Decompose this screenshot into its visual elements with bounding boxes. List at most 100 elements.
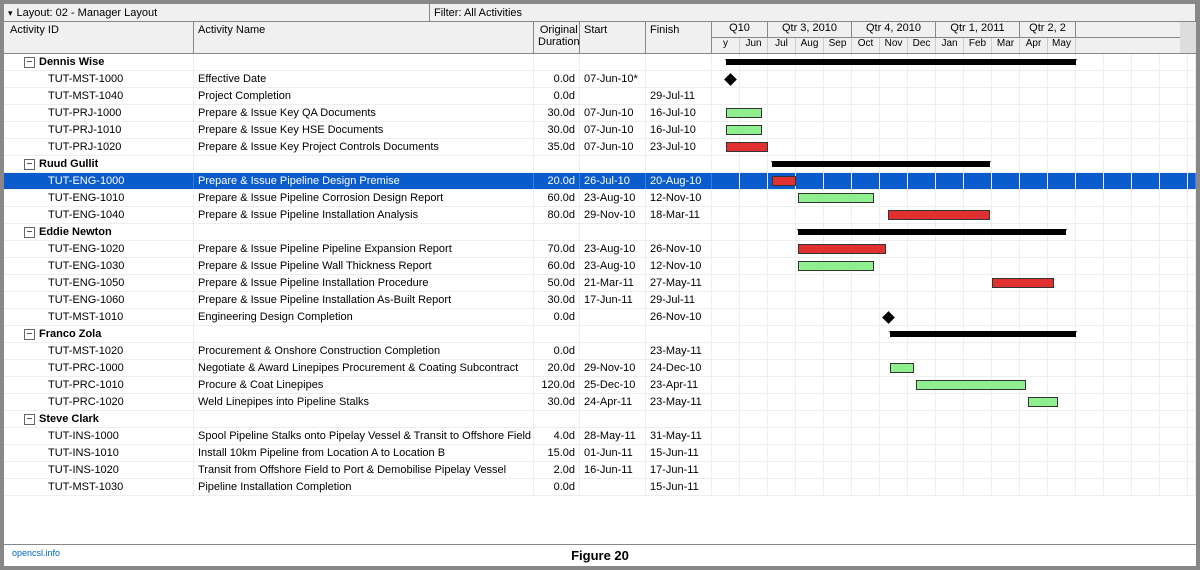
milestone-marker[interactable] <box>724 73 737 86</box>
gantt-bar[interactable] <box>726 108 762 118</box>
gantt-bar[interactable] <box>992 278 1054 288</box>
activity-id: TUT-MST-1030 <box>4 479 194 495</box>
finish-date: 31-May-11 <box>646 428 712 444</box>
table-row[interactable]: TUT-ENG-1040Prepare & Issue Pipeline Ins… <box>4 207 1196 224</box>
gantt-bar[interactable] <box>798 261 874 271</box>
gantt-bar[interactable] <box>890 363 914 373</box>
table-row[interactable]: TUT-ENG-1050Prepare & Issue Pipeline Ins… <box>4 275 1196 292</box>
activity-id: TUT-ENG-1060 <box>4 292 194 308</box>
group-row[interactable]: −Steve Clark <box>4 411 1196 428</box>
gantt-cell <box>712 71 1196 87</box>
start-date <box>580 88 646 104</box>
table-row[interactable]: TUT-PRJ-1000Prepare & Issue Key QA Docum… <box>4 105 1196 122</box>
activity-name: Prepare & Issue Pipeline Corrosion Desig… <box>194 190 534 206</box>
watermark: opencsl.info <box>12 542 60 564</box>
header-duration[interactable]: Original Duration <box>534 22 580 53</box>
collapse-icon[interactable]: − <box>24 329 35 340</box>
activity-id: TUT-ENG-1030 <box>4 258 194 274</box>
table-row[interactable]: TUT-PRC-1010Procure & Coat Linepipes120.… <box>4 377 1196 394</box>
gantt-cell <box>712 360 1196 376</box>
table-row[interactable]: TUT-INS-1000Spool Pipeline Stalks onto P… <box>4 428 1196 445</box>
cell <box>534 326 580 342</box>
summary-bar[interactable] <box>772 161 990 167</box>
gantt-bar[interactable] <box>798 193 874 203</box>
layout-selector[interactable]: ▾ Layout: 02 - Manager Layout <box>4 4 430 21</box>
activity-id: TUT-INS-1020 <box>4 462 194 478</box>
header-start[interactable]: Start <box>580 22 646 53</box>
table-row[interactable]: TUT-INS-1020Transit from Offshore Field … <box>4 462 1196 479</box>
table-row[interactable]: TUT-ENG-1060Prepare & Issue Pipeline Ins… <box>4 292 1196 309</box>
start-date: 17-Jun-11 <box>580 292 646 308</box>
cell <box>646 156 712 172</box>
group-row[interactable]: −Ruud Gullit <box>4 156 1196 173</box>
group-name: Steve Clark <box>39 413 99 425</box>
layout-label: Layout: 02 - Manager Layout <box>17 5 158 21</box>
table-row[interactable]: TUT-INS-1010Install 10km Pipeline from L… <box>4 445 1196 462</box>
table-row[interactable]: TUT-MST-1000Effective Date0.0d07-Jun-10* <box>4 71 1196 88</box>
timeline-month: Aug <box>796 38 824 53</box>
group-id-cell: −Dennis Wise <box>4 54 194 70</box>
group-row[interactable]: −Franco Zola <box>4 326 1196 343</box>
cell <box>194 156 534 172</box>
start-date: 26-Jul-10 <box>580 173 646 189</box>
collapse-icon[interactable]: − <box>24 227 35 238</box>
table-row[interactable]: TUT-PRJ-1010Prepare & Issue Key HSE Docu… <box>4 122 1196 139</box>
activity-name: Weld Linepipes into Pipeline Stalks <box>194 394 534 410</box>
chevron-down-icon: ▾ <box>8 5 13 21</box>
cell <box>534 224 580 240</box>
gantt-bar[interactable] <box>726 142 768 152</box>
activity-id: TUT-MST-1010 <box>4 309 194 325</box>
summary-bar[interactable] <box>726 59 1076 65</box>
collapse-icon[interactable]: − <box>24 414 35 425</box>
gantt-cell <box>712 462 1196 478</box>
gantt-bar[interactable] <box>888 210 990 220</box>
collapse-icon[interactable]: − <box>24 159 35 170</box>
table-row[interactable]: TUT-PRC-1000Negotiate & Award Linepipes … <box>4 360 1196 377</box>
duration: 60.0d <box>534 258 580 274</box>
table-row[interactable]: TUT-PRJ-1020Prepare & Issue Key Project … <box>4 139 1196 156</box>
table-row[interactable]: TUT-MST-1010Engineering Design Completio… <box>4 309 1196 326</box>
duration: 30.0d <box>534 122 580 138</box>
activity-id: TUT-ENG-1050 <box>4 275 194 291</box>
activity-name: Effective Date <box>194 71 534 87</box>
gantt-bar[interactable] <box>772 176 796 186</box>
table-row[interactable]: TUT-ENG-1010Prepare & Issue Pipeline Cor… <box>4 190 1196 207</box>
group-name: Dennis Wise <box>39 56 104 68</box>
table-row[interactable]: TUT-ENG-1020Prepare & Issue Pipeline Pip… <box>4 241 1196 258</box>
group-row[interactable]: −Eddie Newton <box>4 224 1196 241</box>
table-row[interactable]: TUT-ENG-1000Prepare & Issue Pipeline Des… <box>4 173 1196 190</box>
table-row[interactable]: TUT-MST-1030Pipeline Installation Comple… <box>4 479 1196 496</box>
table-row[interactable]: TUT-MST-1020Procurement & Onshore Constr… <box>4 343 1196 360</box>
cell <box>194 54 534 70</box>
gantt-bar[interactable] <box>1028 397 1058 407</box>
activity-id: TUT-ENG-1010 <box>4 190 194 206</box>
gantt-cell <box>712 156 1196 172</box>
duration: 0.0d <box>534 309 580 325</box>
summary-bar[interactable] <box>798 229 1066 235</box>
header-activity-name[interactable]: Activity Name <box>194 22 534 53</box>
gantt-bar[interactable] <box>726 125 762 135</box>
gantt-cell <box>712 88 1196 104</box>
activity-name: Prepare & Issue Key Project Controls Doc… <box>194 139 534 155</box>
gantt-bar[interactable] <box>916 380 1026 390</box>
table-row[interactable]: TUT-PRC-1020Weld Linepipes into Pipeline… <box>4 394 1196 411</box>
timeline-month: Sep <box>824 38 852 53</box>
activity-id: TUT-PRJ-1000 <box>4 105 194 121</box>
table-row[interactable]: TUT-ENG-1030Prepare & Issue Pipeline Wal… <box>4 258 1196 275</box>
header-finish[interactable]: Finish <box>646 22 712 53</box>
timeline-month: Jun <box>740 38 768 53</box>
gantt-cell <box>712 428 1196 444</box>
activity-name: Engineering Design Completion <box>194 309 534 325</box>
activity-id: TUT-PRC-1000 <box>4 360 194 376</box>
milestone-marker[interactable] <box>882 311 895 324</box>
header-activity-id[interactable]: Activity ID <box>4 22 194 53</box>
timeline-month: Mar <box>992 38 1020 53</box>
collapse-icon[interactable]: − <box>24 57 35 68</box>
gantt-cell <box>712 173 1196 189</box>
gantt-bar[interactable] <box>798 244 886 254</box>
filter-selector[interactable]: Filter: All Activities <box>430 4 1196 21</box>
group-row[interactable]: −Dennis Wise <box>4 54 1196 71</box>
summary-bar[interactable] <box>890 331 1076 337</box>
group-name: Eddie Newton <box>39 226 112 238</box>
table-row[interactable]: TUT-MST-1040Project Completion0.0d29-Jul… <box>4 88 1196 105</box>
